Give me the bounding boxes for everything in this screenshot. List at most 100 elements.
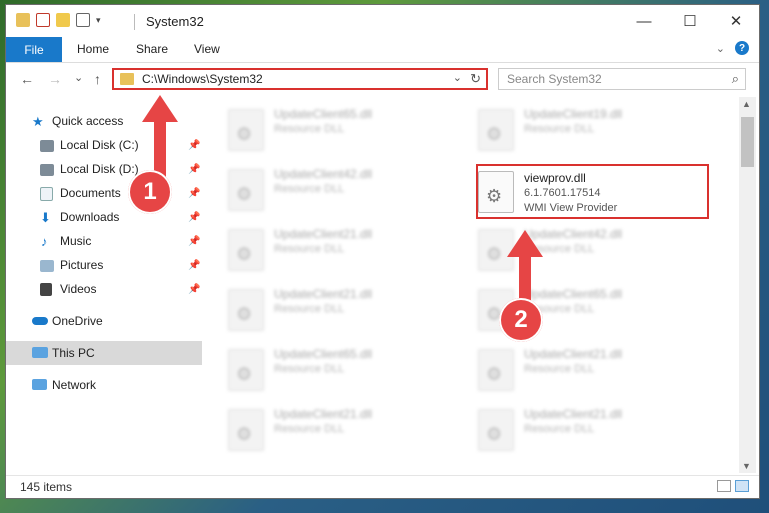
tab-share[interactable]: Share (136, 42, 168, 56)
search-icon[interactable]: ⌕ (732, 71, 739, 87)
scroll-down-icon[interactable]: ▼ (742, 461, 751, 471)
scroll-up-icon[interactable]: ▲ (742, 99, 751, 109)
help-icon[interactable]: ? (735, 41, 749, 55)
file-icon: ⚙ (228, 229, 264, 271)
refresh-icon[interactable]: ↻ (470, 71, 481, 87)
new-folder-icon[interactable] (56, 13, 70, 27)
file-type: Resource DLL (274, 363, 345, 375)
properties-icon[interactable] (36, 13, 50, 27)
file-name: UpdateClient19.dll (524, 107, 623, 121)
customize-toolbar-icon[interactable]: ▾ (96, 15, 101, 26)
file-icon: ⚙ (478, 409, 514, 451)
window-title: System32 (146, 14, 204, 29)
file-icon: ⚙ (228, 409, 264, 451)
close-button[interactable]: ✕ (713, 5, 759, 37)
ribbon-right-controls: ⌄ ? (716, 41, 749, 55)
file-type: Resource DLL (274, 183, 345, 195)
sidebar-item-onedrive[interactable]: OneDrive (6, 309, 202, 333)
folder-icon (16, 13, 30, 27)
pictures-icon (40, 260, 54, 272)
file-name: viewprov.dll (524, 171, 586, 185)
file-tile[interactable]: ⚙ UpdateClient21.dll Resource DLL (478, 343, 708, 395)
minimize-button[interactable]: — (621, 5, 667, 37)
maximize-icon: ☐ (683, 13, 697, 30)
gear-icon: ⚙ (236, 304, 253, 324)
large-icons-view-icon[interactable] (735, 480, 749, 492)
sidebar-item-label: Network (52, 378, 97, 392)
file-icon: ⚙ (478, 171, 514, 213)
sidebar-item-pictures[interactable]: Pictures 📌 (6, 253, 202, 277)
downloads-icon: ⬇ (40, 210, 51, 225)
pin-icon: 📌 (188, 235, 201, 247)
callout-badge-2: 2 (499, 298, 543, 342)
address-bar[interactable]: C:\Windows\System32 ⌄ ↻ (112, 68, 488, 90)
forward-arrow-icon[interactable]: → (48, 71, 62, 87)
file-tile[interactable]: ⚙ UpdateClient21.dll Resource DLL (478, 403, 708, 455)
view-toggle (717, 480, 749, 492)
pin-icon: 📌 (188, 211, 201, 223)
file-tile[interactable]: ⚙ UpdateClient42.dll Resource DLL (228, 163, 458, 215)
sidebar-item-music[interactable]: ♪ Music 📌 (6, 229, 202, 253)
item-count: 145 items (20, 480, 73, 494)
navigation-bar: ← → ⌄ ↑ C:\Windows\System32 ⌄ ↻ Search S… (6, 63, 759, 95)
documents-icon (40, 187, 53, 201)
up-arrow-icon[interactable]: ↑ (94, 71, 101, 87)
file-name: UpdateClient65.dll (274, 347, 373, 361)
tab-file[interactable]: File (6, 37, 62, 62)
sidebar-item-videos[interactable]: Videos 📌 (6, 277, 202, 301)
videos-icon (40, 283, 52, 296)
view-options-icon[interactable] (76, 13, 90, 27)
file-name: UpdateClient21.dll (274, 287, 373, 301)
close-icon: ✕ (729, 13, 743, 30)
sidebar-item-label: Quick access (52, 114, 124, 128)
file-tile[interactable]: ⚙ UpdateClient21.dll Resource DLL (228, 223, 458, 275)
gear-icon: ⚙ (236, 424, 253, 444)
callout-badge-1: 1 (128, 170, 172, 214)
sidebar-item-network[interactable]: Network (6, 373, 202, 397)
music-icon: ♪ (41, 234, 48, 249)
file-tile[interactable]: ⚙ UpdateClient19.dll Resource DLL (478, 103, 708, 155)
file-tile[interactable]: ⚙ UpdateClient65.dll Resource DLL (228, 103, 458, 155)
vertical-scrollbar[interactable]: ▲ ▼ (739, 97, 756, 473)
network-icon (32, 379, 47, 390)
file-tile-viewprov[interactable]: ⚙ viewprov.dll 6.1.7601.17514 WMI View P… (478, 165, 708, 217)
address-path[interactable]: C:\Windows\System32 (142, 72, 263, 86)
sidebar-item-label: Videos (60, 282, 97, 296)
gear-icon: ⚙ (486, 424, 503, 444)
back-arrow-icon[interactable]: ← (20, 71, 34, 87)
recent-locations-icon[interactable]: ⌄ (74, 71, 83, 84)
file-type: WMI View Provider (524, 202, 618, 214)
gear-icon: ⚙ (486, 186, 503, 206)
status-bar: 145 items (6, 475, 759, 498)
sidebar-item-this-pc[interactable]: This PC (6, 341, 202, 365)
file-type: Resource DLL (524, 363, 595, 375)
scroll-thumb[interactable] (741, 117, 754, 167)
file-name: UpdateClient42.dll (274, 167, 373, 181)
file-name: UpdateClient65.dll (274, 107, 373, 121)
pin-icon: 📌 (188, 259, 201, 271)
sidebar-item-downloads[interactable]: ⬇ Downloads 📌 (6, 205, 202, 229)
file-tile[interactable]: ⚙ UpdateClient21.dll Resource DLL (228, 283, 458, 335)
search-input[interactable]: Search System32 ⌕ (498, 68, 746, 90)
chevron-down-icon[interactable]: ⌄ (716, 42, 725, 55)
sidebar-item-label: Local Disk (C:) (60, 138, 139, 152)
gear-icon: ⚙ (236, 364, 253, 384)
tab-home[interactable]: Home (77, 42, 109, 56)
cloud-icon (32, 317, 48, 325)
file-type: Resource DLL (274, 123, 345, 135)
file-icon: ⚙ (478, 349, 514, 391)
drive-icon (40, 164, 54, 176)
tab-view[interactable]: View (194, 42, 220, 56)
sidebar-item-label: Local Disk (D:) (60, 162, 139, 176)
maximize-button[interactable]: ☐ (667, 5, 713, 37)
file-icon: ⚙ (228, 289, 264, 331)
title-bar: ▾ System32 — ☐ ✕ (6, 5, 759, 37)
search-placeholder: Search System32 (507, 72, 602, 86)
file-tile[interactable]: ⚙ UpdateClient65.dll Resource DLL (228, 343, 458, 395)
file-tile[interactable]: ⚙ UpdateClient21.dll Resource DLL (228, 403, 458, 455)
file-type: Resource DLL (524, 123, 595, 135)
computer-icon (32, 347, 48, 358)
address-dropdown-icon[interactable]: ⌄ (453, 71, 462, 84)
details-view-icon[interactable] (717, 480, 731, 492)
file-name: UpdateClient21.dll (524, 407, 623, 421)
